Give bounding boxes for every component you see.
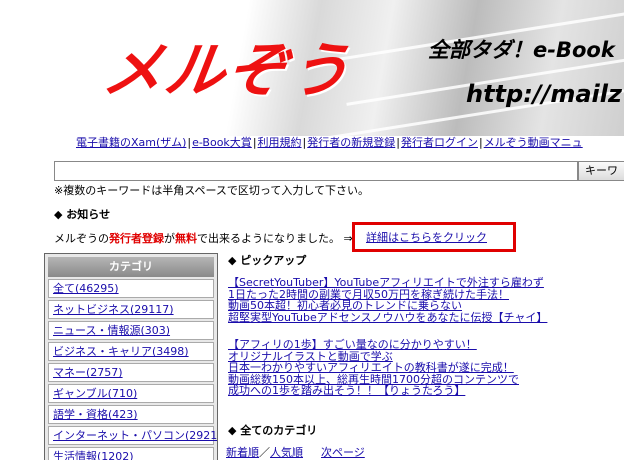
pickup-item-line[interactable]: 日本一わかりやすいアフィリエイトの教科書が遂に完成！ xyxy=(228,362,558,374)
nav-link-video-manual[interactable]: メルぞう動画マニュ xyxy=(484,136,583,149)
nav-link-publisher-login[interactable]: 発行者ログイン xyxy=(401,136,478,149)
next-page-link[interactable]: 次ページ xyxy=(321,446,365,459)
site-logo: メルぞう xyxy=(98,36,357,106)
notice-text: メルぞうの発行者登録が無料で出来るようになりました。 ⇒ xyxy=(54,230,353,246)
pickup-item-line[interactable]: 成功への1歩を踏み出そう！！【りょうたろう】 xyxy=(228,385,558,397)
category-item-business-career[interactable]: ビジネス・キャリア(3498) xyxy=(48,342,214,361)
notice-highlight-registration: 発行者登録 xyxy=(109,232,164,245)
pickup-heading: ◆ ピックアップ xyxy=(228,254,307,267)
search-note: ※複数のキーワードは半角スペースで区切って入力して下さい。 xyxy=(54,184,370,197)
all-categories-heading: ◆ 全てのカテゴリ xyxy=(228,424,318,437)
pickup-item-line[interactable]: 【SecretYouTuber】YouTubeアフィリエイトで外注すら雇わず xyxy=(228,277,558,289)
category-header: カテゴリ xyxy=(48,257,214,277)
category-panel: カテゴリ 全て(46295) ネットビジネス(29117) ニュース・情報源(3… xyxy=(44,253,218,460)
search-input[interactable] xyxy=(54,161,578,181)
category-item-language[interactable]: 語学・資格(423) xyxy=(48,405,214,424)
pickup-item-line[interactable]: 動画50本超！初心者必見のトレンドに乗らない xyxy=(228,300,558,312)
top-navigation: 電子書籍のXam(ザム)|e-Book大賞|利用規約|発行者の新規登録|発行者ロ… xyxy=(76,136,583,150)
nav-link-ebook-award[interactable]: e-Book大賞 xyxy=(192,136,252,149)
notice-heading: ◆ お知らせ xyxy=(54,208,111,221)
category-item-net-business[interactable]: ネットビジネス(29117) xyxy=(48,300,214,319)
category-item-money[interactable]: マネー(2757) xyxy=(48,363,214,382)
category-item-gambling[interactable]: ギャンブル(710) xyxy=(48,384,214,403)
nav-link-publisher-signup[interactable]: 発行者の新規登録 xyxy=(307,136,395,149)
category-item-all[interactable]: 全て(46295) xyxy=(48,279,214,298)
nav-link-terms[interactable]: 利用規約 xyxy=(258,136,302,149)
site-banner[interactable]: メルぞう 全部タダ！e-Book http://mailz xyxy=(44,0,624,136)
banner-url: http://mailz xyxy=(466,80,622,108)
sort-newest-link[interactable]: 新着順 xyxy=(226,446,259,459)
keyword-search-button[interactable]: キーワ xyxy=(578,161,624,181)
pickup-item-line[interactable]: 【アフィリの1歩】すごい量なのに分かりやすい！ xyxy=(228,339,558,351)
category-item-internet-pc[interactable]: インターネット・パソコン(2921) xyxy=(48,426,217,445)
category-item-life-info[interactable]: 生活情報(1202) xyxy=(48,447,214,460)
notice-text-part: メルぞうの xyxy=(54,232,109,245)
detail-link[interactable]: 詳細はこちらをクリック xyxy=(366,229,487,245)
notice-highlight-free: 無料 xyxy=(175,232,197,245)
pickup-item[interactable]: 【SecretYouTuber】YouTubeアフィリエイトで外注すら雇わず 1… xyxy=(228,277,558,323)
notice-text-part: が xyxy=(164,232,175,245)
sort-separator: ／ xyxy=(259,446,270,459)
sort-links: 新着順／人気順 次ページ xyxy=(226,444,365,460)
pickup-item-line[interactable]: 超堅実型YouTubeアドセンスノウハウをあなたに伝授【チャイ】 xyxy=(228,311,558,324)
category-item-news[interactable]: ニュース・情報源(303) xyxy=(48,321,214,340)
notice-text-part: で出来るようになりました。 ⇒ xyxy=(197,232,353,245)
banner-tagline: 全部タダ！e-Book xyxy=(428,38,615,62)
nav-link-xam[interactable]: 電子書籍のXam(ザム) xyxy=(76,136,186,149)
pickup-item[interactable]: 【アフィリの1歩】すごい量なのに分かりやすい！ オリジナルイラストと動画で学ぶ … xyxy=(228,339,558,397)
sort-popular-link[interactable]: 人気順 xyxy=(270,446,303,459)
